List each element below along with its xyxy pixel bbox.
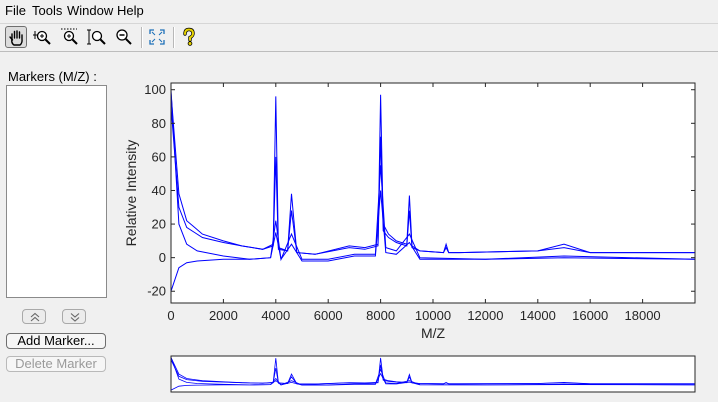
overview-axes-background [171, 356, 695, 392]
x-axis-label: M/Z [421, 325, 446, 341]
y-tick-label: -20 [147, 284, 166, 299]
x-tick-label: 16000 [572, 308, 608, 323]
y-axis-label: Relative Intensity [123, 140, 139, 247]
x-tick-label: 2000 [209, 308, 238, 323]
y-tick-label: 60 [152, 149, 166, 164]
y-tick-label: 40 [152, 183, 166, 198]
y-tick-label: 80 [152, 116, 166, 131]
spectrum-plot[interactable]: 0 2000 4000 6000 8000 10000 12000 14000 16000 180… [0, 0, 718, 402]
x-tick-label: 4000 [261, 308, 290, 323]
x-tick-label: 14000 [520, 308, 556, 323]
x-tick-label: 18000 [625, 308, 661, 323]
y-tick-label: 100 [144, 82, 166, 97]
x-tick-label: 8000 [366, 308, 395, 323]
x-tick-label: 0 [167, 308, 174, 323]
x-tick-label: 12000 [467, 308, 503, 323]
main-axes-background [171, 83, 695, 303]
y-tick-label: 20 [152, 217, 166, 232]
y-tick-label: 0 [159, 250, 166, 265]
x-tick-label: 10000 [415, 308, 451, 323]
x-tick-label: 6000 [314, 308, 343, 323]
